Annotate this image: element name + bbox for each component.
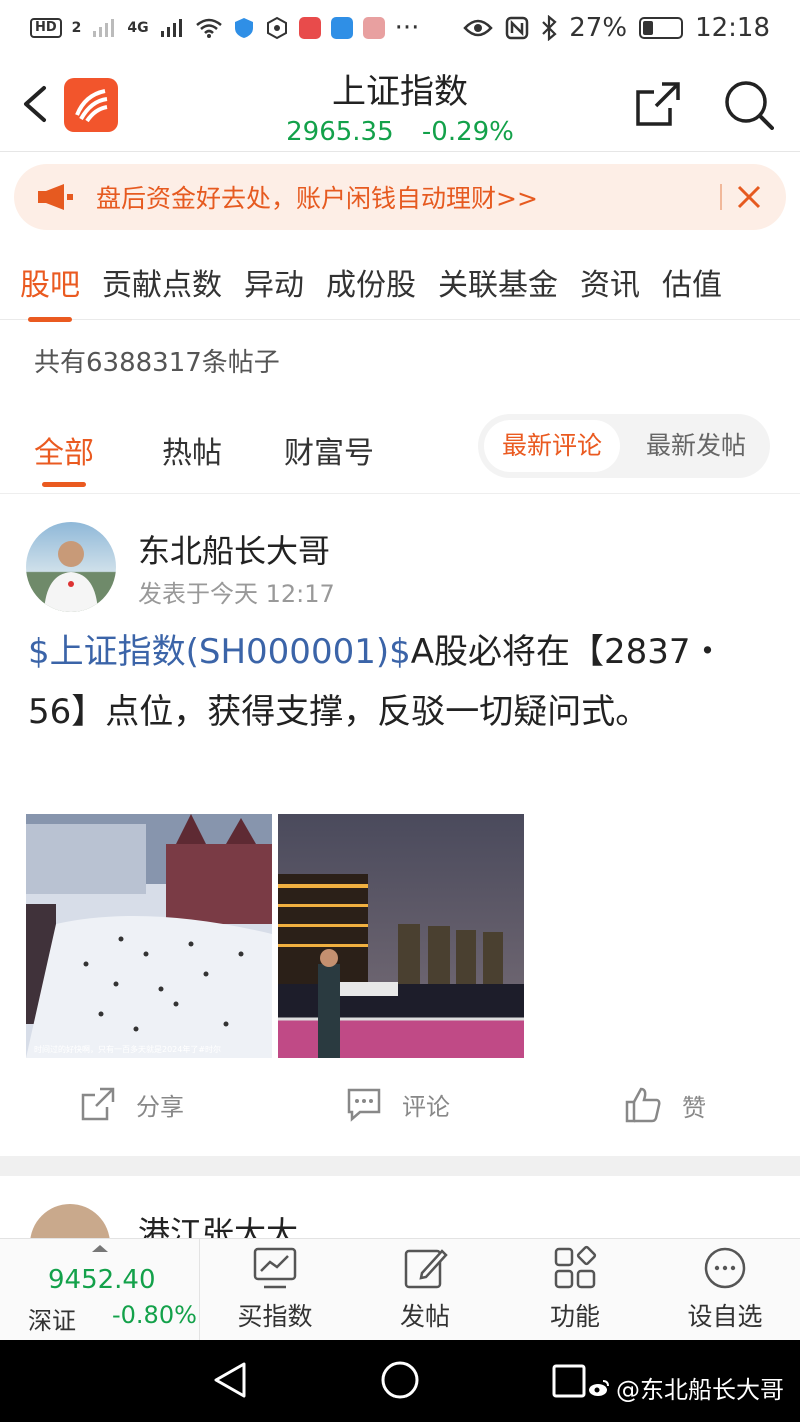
watermark: @东北船长大哥 (588, 1370, 784, 1405)
bluetooth-icon (542, 15, 557, 41)
post-image-night-harbor[interactable] (278, 814, 524, 1058)
tab-movement[interactable]: 异动 (244, 260, 304, 304)
weibo-icon (589, 1379, 609, 1396)
post-actions: 分享 评论 赞 (0, 1076, 800, 1136)
next-post-card[interactable]: 港江张大大 (0, 1176, 800, 1238)
subtab-wealth[interactable]: 财富号 (284, 428, 374, 472)
clock: 12:18 (695, 13, 770, 43)
promo-banner[interactable]: 盘后资金好去处，账户闲钱自动理财>> (14, 164, 786, 230)
image-caption: 时间过的好快啊，只有一百多天就是2024年了#时尔 (34, 1044, 221, 1054)
hd-badge: HD (30, 18, 62, 38)
index-change: -0.29% (421, 117, 514, 147)
post-card[interactable]: 东北船长大哥 发表于今天 12:17 $上证指数(SH000001)$A股必将在… (0, 496, 800, 1154)
app-header: 上证指数 2965.35 -0.29% (0, 56, 800, 152)
sort-latest-comment[interactable]: 最新评论 (484, 420, 621, 472)
ticker-name: 深证 (28, 1307, 76, 1335)
functions-button[interactable]: 功能 (500, 1245, 650, 1341)
post-content[interactable]: $上证指数(SH000001)$A股必将在【2837・56】点位，获得支撑，反驳… (28, 622, 778, 742)
post-time: 发表于今天 12:17 (138, 580, 335, 608)
chart-icon (253, 1247, 297, 1289)
close-icon[interactable] (736, 184, 762, 210)
sort-latest-post[interactable]: 最新发帖 (628, 420, 764, 472)
megaphone-icon (38, 184, 73, 210)
sim-slot-label: 2 (71, 20, 82, 36)
post-image-snow-square[interactable]: 时间过的好快啊，只有一百多天就是2024年了#时尔 (26, 814, 272, 1058)
buy-index-button[interactable]: 买指数 (200, 1245, 350, 1341)
buy-index-label: 买指数 (237, 1302, 313, 1331)
shield-icon (234, 18, 253, 38)
bottom-toolbar: 9452.40 深证 -0.80% 买指数 发帖 功能 设自选 (0, 1238, 800, 1341)
add-watchlist-label: 设自选 (687, 1302, 763, 1331)
avatar[interactable] (26, 522, 116, 612)
subtab-hot[interactable]: 热帖 (162, 428, 222, 472)
watermark-text: @东北船长大哥 (616, 1376, 784, 1404)
subtab-all[interactable]: 全部 (34, 428, 94, 472)
new-post-button[interactable]: 发帖 (350, 1245, 500, 1341)
tab-related-funds[interactable]: 关联基金 (438, 260, 558, 304)
tab-guba[interactable]: 股吧 (20, 260, 80, 304)
add-watchlist-button[interactable]: 设自选 (650, 1245, 800, 1341)
search-app-icon (330, 17, 353, 39)
status-bar: HD 2 4G ··· 27% 12:18 (0, 0, 800, 56)
index-ticker[interactable]: 9452.40 深证 -0.80% (0, 1239, 200, 1341)
like-button[interactable]: 赞 (624, 1086, 706, 1124)
share-icon (81, 1087, 115, 1121)
network-type-label: 4G (127, 20, 149, 36)
main-tabs: 股吧 贡献点数 异动 成份股 关联基金 资讯 估值 (0, 244, 800, 320)
nfc-icon (506, 16, 529, 40)
edit-icon (404, 1249, 448, 1289)
post-separator (0, 1156, 800, 1176)
share-button[interactable]: 分享 (80, 1086, 184, 1122)
index-price: 2965.35 (286, 117, 394, 147)
sort-toggle: 最新评论 最新发帖 (478, 414, 770, 478)
banner-divider (720, 184, 722, 210)
author-name[interactable]: 港江张大大 (138, 1208, 298, 1238)
comment-label: 评论 (402, 1092, 450, 1121)
wifi-icon (195, 18, 222, 38)
nav-home-icon[interactable] (380, 1360, 420, 1400)
stock-link[interactable]: $上证指数(SH000001)$ (28, 632, 411, 672)
comment-button[interactable]: 评论 (346, 1086, 450, 1122)
author-name[interactable]: 东北船长大哥 (138, 526, 330, 572)
functions-label: 功能 (549, 1302, 600, 1331)
grid-icon (554, 1245, 597, 1289)
more-circle-icon (704, 1247, 746, 1289)
hexagon-icon (266, 16, 287, 40)
gift-app-icon (362, 17, 385, 39)
battery-percent: 27% (569, 13, 628, 43)
expand-up-icon (92, 1245, 108, 1252)
new-post-label: 发帖 (399, 1302, 450, 1331)
ticker-change: -0.80% (112, 1301, 197, 1329)
share-external-icon[interactable] (632, 78, 684, 130)
signal-off-icon (93, 19, 115, 37)
tab-contribution[interactable]: 贡献点数 (102, 260, 222, 304)
more-notifications-icon: ··· (394, 13, 420, 43)
post-count: 共有6388317条帖子 (34, 348, 280, 378)
book-app-icon (298, 17, 321, 39)
nav-recents-icon[interactable] (552, 1364, 586, 1398)
signal-icon (160, 19, 182, 37)
tab-news[interactable]: 资讯 (580, 260, 640, 304)
like-label: 赞 (682, 1093, 706, 1122)
post-filter-tabs: 全部 热帖 财富号 最新评论 最新发帖 (0, 414, 800, 494)
ticker-value: 9452.40 (48, 1265, 156, 1295)
battery-icon (639, 17, 684, 39)
status-left: HD 2 4G ··· (30, 13, 419, 43)
eye-icon (463, 19, 493, 37)
tab-constituents[interactable]: 成份股 (326, 260, 416, 304)
thumbs-up-icon (625, 1087, 661, 1123)
banner-text[interactable]: 盘后资金好去处，账户闲钱自动理财>> (96, 179, 538, 215)
status-right: 27% 12:18 (463, 13, 770, 43)
nav-back-icon[interactable] (212, 1360, 248, 1400)
system-nav-bar: @东北船长大哥 (0, 1340, 800, 1422)
search-icon[interactable] (722, 78, 774, 130)
comment-icon (347, 1088, 381, 1122)
avatar[interactable] (30, 1204, 110, 1238)
tab-valuation[interactable]: 估值 (662, 260, 722, 304)
share-label: 分享 (136, 1092, 184, 1121)
